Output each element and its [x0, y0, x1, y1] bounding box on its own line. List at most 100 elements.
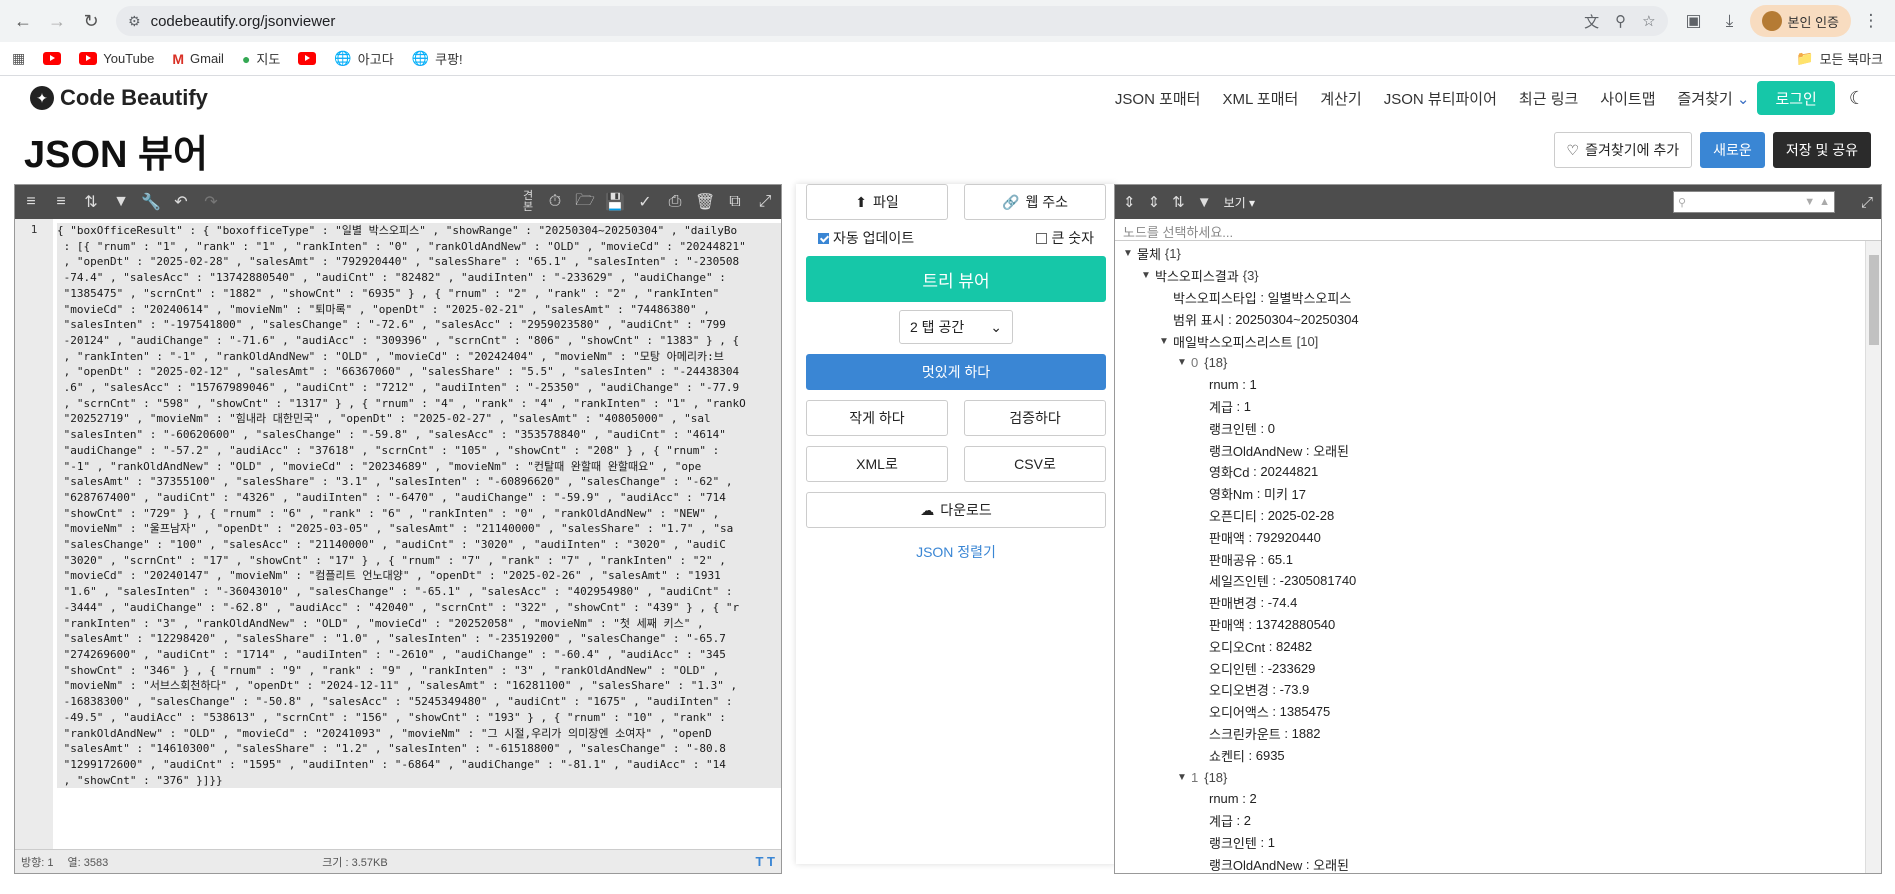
- tree-node[interactable]: 랭크인텐 : 0: [1115, 417, 1865, 439]
- indent-select[interactable]: 2 탭 공간 ⌄: [899, 310, 1013, 344]
- wrench-icon[interactable]: 🔧: [141, 192, 161, 212]
- all-bookmarks[interactable]: 📁 모든 북마크: [1796, 49, 1883, 68]
- download-icon[interactable]: ⤓: [1714, 5, 1746, 37]
- expand-arrow-icon[interactable]: ▼: [1177, 772, 1191, 783]
- expand-arrow-icon[interactable]: ▼: [1177, 357, 1191, 368]
- tree-node[interactable]: 계급 : 1: [1115, 396, 1865, 418]
- minify-button[interactable]: 작게 하다: [806, 400, 948, 436]
- tree-node[interactable]: ▼ 0 {18}: [1115, 352, 1865, 374]
- search-next-icon[interactable]: ▲: [1819, 196, 1830, 208]
- fullscreen-icon[interactable]: ⤢: [1861, 194, 1873, 211]
- tree-node[interactable]: rnum : 2: [1115, 788, 1865, 810]
- forward-icon[interactable]: →: [42, 6, 72, 36]
- save-icon[interactable]: 💾: [605, 192, 625, 212]
- menu-icon[interactable]: ⋮: [1855, 5, 1887, 37]
- tree-node[interactable]: rnum : 1: [1115, 374, 1865, 396]
- delete-icon[interactable]: 🗑: [695, 192, 715, 212]
- nav-json-beautifier[interactable]: JSON 뷰티파이어: [1384, 88, 1497, 109]
- reload-icon[interactable]: ↻: [76, 6, 106, 36]
- json-tree[interactable]: ▼ 물체 {1} ▼ 박스오피스결과 {3} 박스오피스타입 : 일별박스오피스 범위 표시 …: [1115, 241, 1865, 873]
- validate-button[interactable]: 검증하다: [964, 400, 1106, 436]
- fullscreen-icon[interactable]: ⤢: [755, 193, 775, 211]
- nav-sitemap[interactable]: 사이트맵: [1600, 88, 1655, 109]
- extensions-icon[interactable]: ▣: [1678, 5, 1710, 37]
- tree-node[interactable]: 랭크OldAndNew : 오래된: [1115, 853, 1865, 873]
- nav-json-formatter[interactable]: JSON 포매터: [1115, 88, 1201, 109]
- tree-node[interactable]: 판매변경 : -74.4: [1115, 592, 1865, 614]
- tree-node[interactable]: 랭크OldAndNew : 오래된: [1115, 439, 1865, 461]
- auto-update-checkbox[interactable]: 자동 업데이트: [818, 228, 914, 248]
- sample-label[interactable]: 견 본: [521, 191, 535, 213]
- nav-favorites[interactable]: 즐겨찾기 ⌄: [1678, 88, 1750, 109]
- load-url-button[interactable]: 🔗 웹 주소: [964, 184, 1106, 220]
- copy-icon[interactable]: ⧉: [725, 193, 745, 211]
- tree-node[interactable]: 박스오피스타입 : 일별박스오피스: [1115, 287, 1865, 309]
- nav-xml-formatter[interactable]: XML 포매터: [1222, 88, 1298, 109]
- expand-all-icon[interactable]: ⇕: [1123, 193, 1136, 211]
- open-folder-icon[interactable]: 🗁: [575, 189, 595, 216]
- tree-node[interactable]: 판매공유 : 65.1: [1115, 548, 1865, 570]
- view-menu[interactable]: 보기 ▾: [1224, 194, 1255, 211]
- to-xml-button[interactable]: XML로: [806, 446, 948, 482]
- bookmark-youtube-2[interactable]: [298, 52, 317, 65]
- print-icon[interactable]: ⎙: [665, 193, 685, 211]
- add-favorite-button[interactable]: ♡ 즐겨찾기에 추가: [1553, 132, 1693, 168]
- scrollbar-thumb[interactable]: [1869, 255, 1879, 345]
- code-text[interactable]: { "boxOfficeResult" : { "boxofficeType" …: [53, 219, 781, 849]
- format-icon[interactable]: ≡: [21, 193, 41, 211]
- tree-search-input[interactable]: ⚲ ▼ ▲: [1672, 191, 1835, 213]
- address-bar[interactable]: ⚙ codebeautify.org/jsonviewer 文 ⚲ ☆: [116, 6, 1668, 36]
- tree-node[interactable]: 영화Cd : 20244821: [1115, 461, 1865, 483]
- beautify-button[interactable]: 멋있게 하다: [806, 354, 1106, 390]
- site-info-icon[interactable]: ⚙: [128, 13, 141, 30]
- upload-file-button[interactable]: ⬆ 파일: [806, 184, 948, 220]
- dark-mode-icon[interactable]: ☾: [1849, 88, 1865, 109]
- login-button[interactable]: 로그인: [1757, 81, 1835, 115]
- tree-node[interactable]: ▼ 물체 {1}: [1115, 243, 1865, 265]
- tree-node[interactable]: 오디인텐 : -233629: [1115, 657, 1865, 679]
- tree-node[interactable]: ▼ 박스오피스결과 {3}: [1115, 265, 1865, 287]
- bookmark-gmail[interactable]: M Gmail: [172, 51, 224, 67]
- search-prev-icon[interactable]: ▼: [1804, 196, 1815, 208]
- expand-arrow-icon[interactable]: ▼: [1159, 336, 1173, 347]
- tree-node[interactable]: 계급 : 2: [1115, 810, 1865, 832]
- zoom-icon[interactable]: ⚲: [1615, 12, 1626, 30]
- download-button[interactable]: ☁ 다운로드: [806, 492, 1106, 528]
- tree-node[interactable]: 판매액 : 792920440: [1115, 526, 1865, 548]
- tree-node[interactable]: 오디어액스 : 1385475: [1115, 701, 1865, 723]
- bookmark-youtube[interactable]: YouTube: [79, 51, 154, 66]
- to-csv-button[interactable]: CSV로: [964, 446, 1106, 482]
- sort-icon[interactable]: ⇅: [81, 192, 101, 212]
- sort-icon[interactable]: ⇅: [1172, 193, 1185, 211]
- save-share-button[interactable]: 저장 및 공유: [1772, 132, 1871, 168]
- tree-node[interactable]: 랭크인텐 : 1: [1115, 832, 1865, 854]
- translate-icon[interactable]: 文: [1584, 11, 1599, 32]
- font-size-icon[interactable]: T T: [756, 854, 776, 869]
- expand-arrow-icon[interactable]: ▼: [1141, 270, 1155, 281]
- redo-icon[interactable]: ↷: [201, 192, 221, 212]
- tree-node[interactable]: 오디오변경 : -73.9: [1115, 679, 1865, 701]
- tree-node[interactable]: 판매액 : 13742880540: [1115, 614, 1865, 636]
- bookmark-agoda[interactable]: 🌐 아고다: [334, 49, 393, 68]
- apps-icon[interactable]: ▦: [12, 50, 25, 67]
- collapse-all-icon[interactable]: ⇕: [1148, 193, 1161, 211]
- new-button[interactable]: 새로운: [1700, 132, 1765, 168]
- star-icon[interactable]: ☆: [1642, 12, 1655, 30]
- tree-node[interactable]: 오디오Cnt : 82482: [1115, 635, 1865, 657]
- filter-icon[interactable]: ▼: [1197, 194, 1212, 211]
- tree-node[interactable]: 범위 표시 : 20250304~20250304: [1115, 308, 1865, 330]
- nav-calculator[interactable]: 계산기: [1320, 88, 1361, 109]
- tree-viewer-button[interactable]: 트리 뷰어: [806, 256, 1106, 302]
- bookmark-maps[interactable]: ● 지도: [242, 49, 280, 68]
- back-icon[interactable]: ←: [8, 6, 38, 36]
- bookmark-youtube-1[interactable]: [43, 52, 62, 65]
- undo-icon[interactable]: ↶: [171, 192, 191, 212]
- tree-node[interactable]: 영화Nm : 미키 17: [1115, 483, 1865, 505]
- code-area[interactable]: 1 { "boxOfficeResult" : { "boxofficeType…: [15, 219, 781, 849]
- tree-node[interactable]: ▼ 매일박스오피스리스트 [10]: [1115, 330, 1865, 352]
- nav-recent-links[interactable]: 최근 링크: [1519, 88, 1578, 109]
- tree-node[interactable]: 세일즈인텐 : -2305081740: [1115, 570, 1865, 592]
- bookmark-coupang[interactable]: 🌐 쿠팡!: [412, 49, 463, 68]
- expand-arrow-icon[interactable]: ▼: [1123, 248, 1137, 259]
- check-icon[interactable]: ✓: [635, 192, 655, 212]
